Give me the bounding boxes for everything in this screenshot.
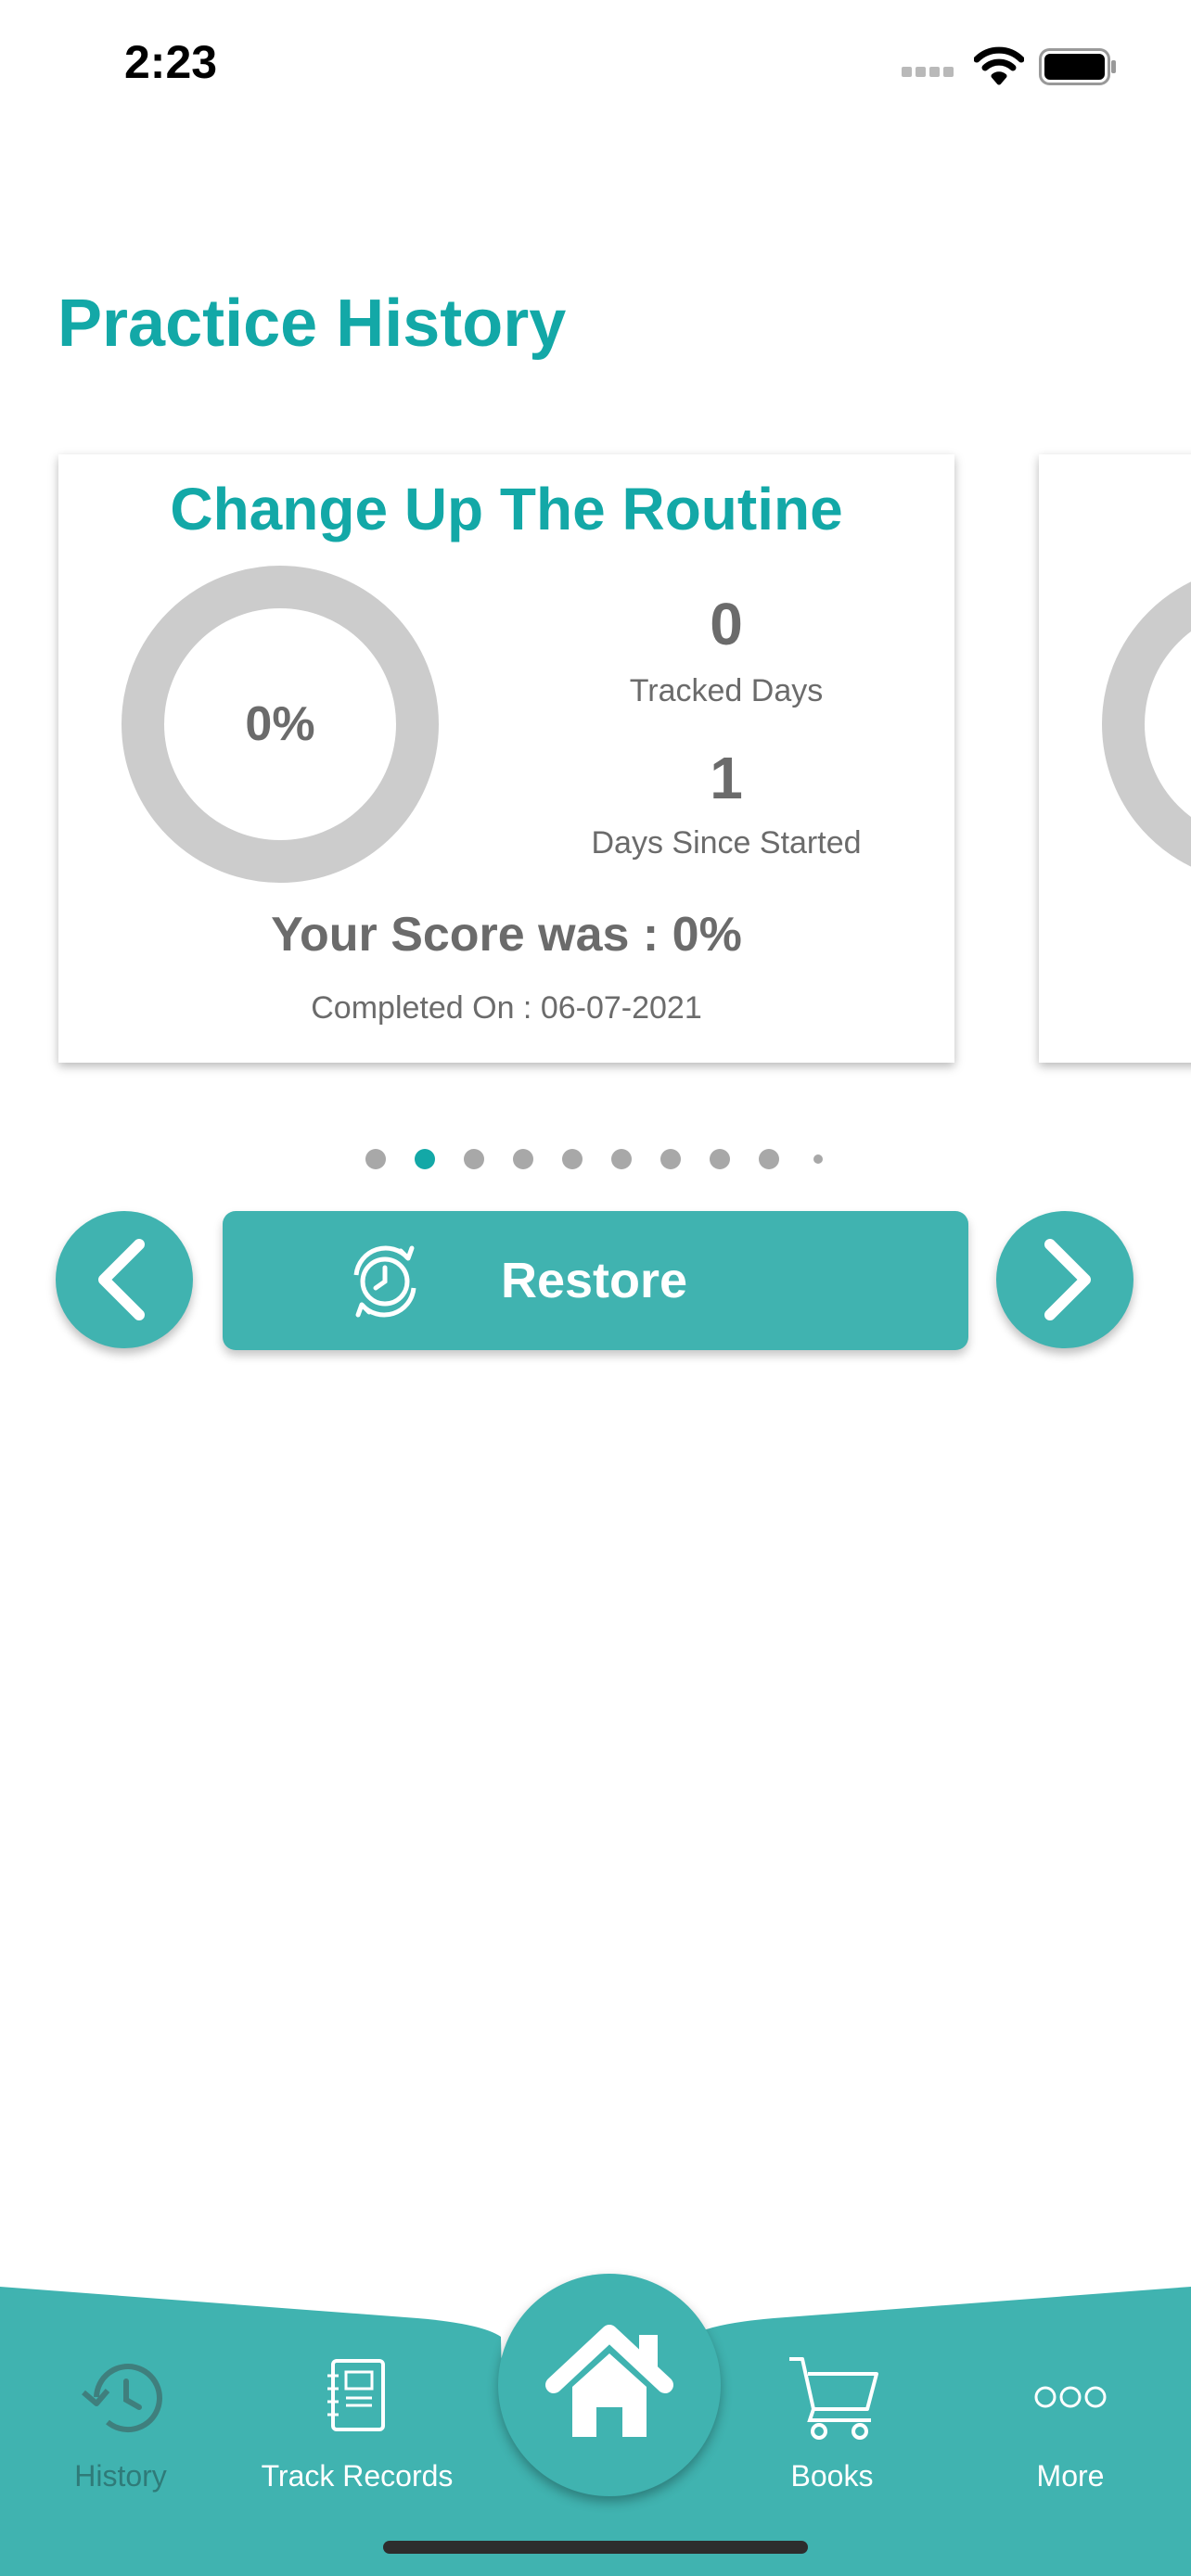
page-dot[interactable] bbox=[415, 1149, 435, 1169]
history-icon bbox=[82, 2364, 162, 2433]
page-title: Practice History bbox=[58, 287, 567, 361]
tab-books[interactable]: Books bbox=[711, 2346, 953, 2504]
wifi-icon bbox=[974, 46, 1024, 85]
tab-track-records[interactable]: Track Records bbox=[237, 2346, 478, 2504]
practice-name: Change Up The Routine bbox=[170, 476, 843, 542]
next-practice-card[interactable] bbox=[1039, 454, 1191, 1063]
page-dot[interactable] bbox=[660, 1149, 681, 1169]
page-dot[interactable] bbox=[710, 1149, 730, 1169]
tracked-days-label: Tracked Days bbox=[629, 673, 824, 708]
tab-more[interactable]: More bbox=[950, 2346, 1191, 2504]
page-dot[interactable] bbox=[813, 1154, 823, 1164]
tab-history[interactable]: History bbox=[0, 2346, 241, 2504]
practice-card: Change Up The Routine 0% 0 Tracked Days … bbox=[58, 454, 954, 1063]
tab-track-records-label: Track Records bbox=[261, 2459, 454, 2493]
page-dot[interactable] bbox=[365, 1149, 386, 1169]
cellular-signal-icon bbox=[902, 65, 959, 77]
page-dot[interactable] bbox=[759, 1149, 779, 1169]
page-dot[interactable] bbox=[611, 1149, 632, 1169]
score-text: Your Score was : 0% bbox=[271, 908, 742, 962]
completed-date: Completed On : 06-07-2021 bbox=[311, 990, 702, 1026]
days-since-label: Days Since Started bbox=[591, 825, 862, 861]
restore-clock-icon bbox=[353, 1245, 416, 1318]
cart-icon bbox=[789, 2357, 878, 2440]
tab-history-label: History bbox=[74, 2459, 167, 2493]
more-icon bbox=[1034, 2386, 1107, 2408]
tab-home[interactable] bbox=[498, 2274, 721, 2496]
restore-button[interactable]: Restore bbox=[223, 1211, 968, 1350]
tab-more-label: More bbox=[1036, 2459, 1105, 2493]
tracked-days-value: 0 bbox=[710, 591, 743, 657]
page-dot[interactable] bbox=[464, 1149, 484, 1169]
battery-icon bbox=[1039, 48, 1116, 85]
progress-percent: 0% bbox=[245, 697, 315, 751]
tab-books-label: Books bbox=[790, 2459, 874, 2493]
days-since-value: 1 bbox=[710, 745, 743, 811]
chevron-right-icon bbox=[1044, 1239, 1091, 1320]
previous-button[interactable] bbox=[56, 1211, 193, 1348]
page-dot[interactable] bbox=[513, 1149, 533, 1169]
next-button[interactable] bbox=[996, 1211, 1133, 1348]
restore-label: Restore bbox=[501, 1253, 688, 1308]
next-progress-donut bbox=[1102, 581, 1191, 867]
home-indicator bbox=[383, 2541, 808, 2554]
chevron-left-icon bbox=[98, 1239, 145, 1320]
status-time: 2:23 bbox=[124, 36, 218, 88]
page-dot[interactable] bbox=[562, 1149, 583, 1169]
home-icon bbox=[545, 2325, 673, 2437]
notebook-icon bbox=[327, 2359, 385, 2431]
page-indicator[interactable] bbox=[0, 1141, 1191, 1178]
